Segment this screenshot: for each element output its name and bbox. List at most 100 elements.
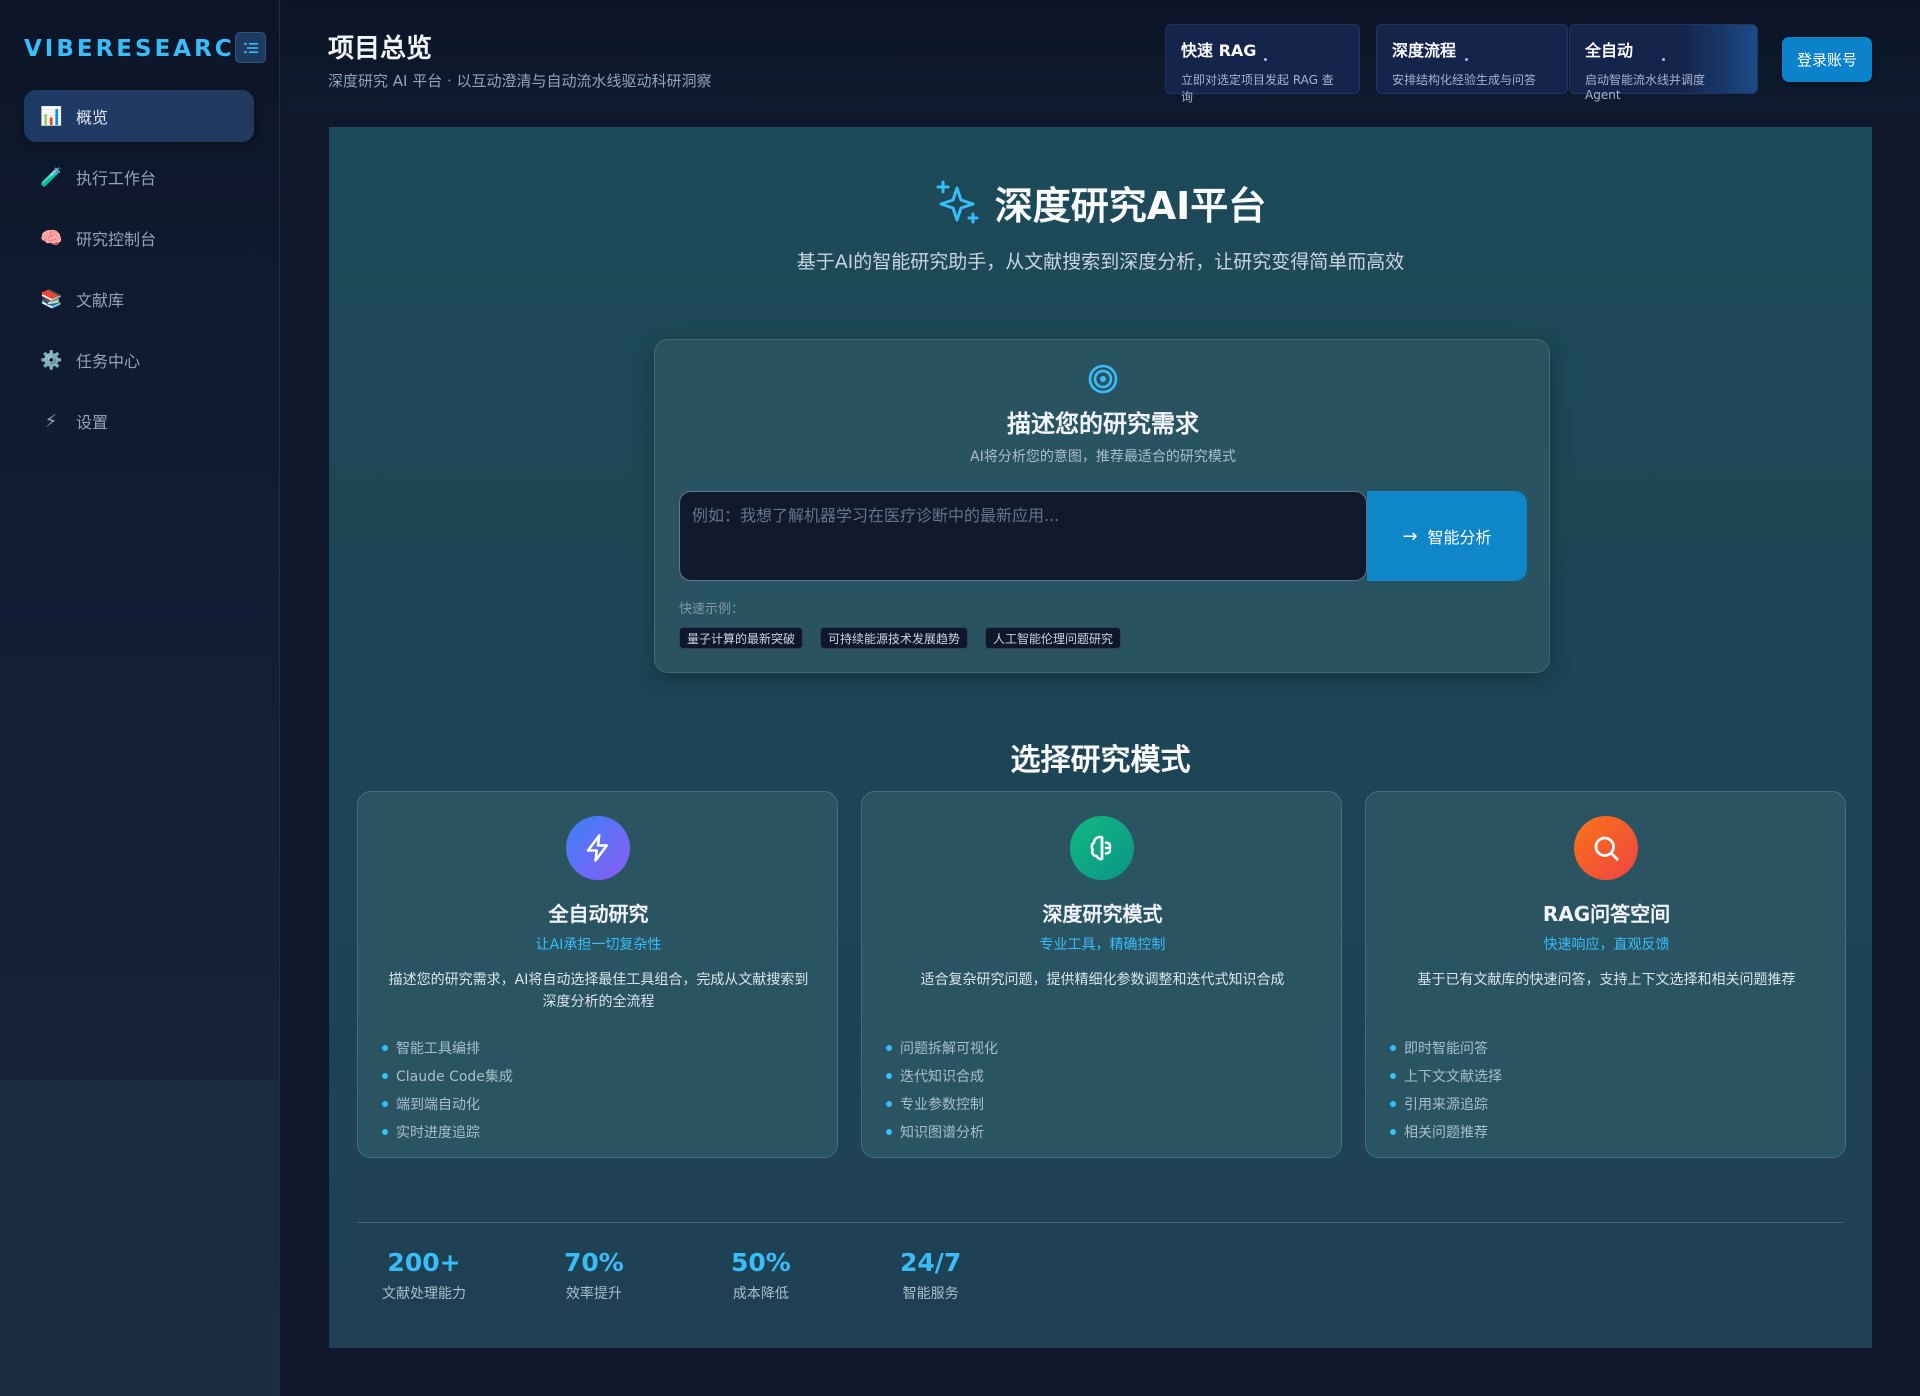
feature-item: 引用来源追踪 (1390, 1090, 1502, 1118)
login-button[interactable]: 登录账号 (1782, 37, 1872, 82)
test-tube-icon: 🧪 (40, 166, 63, 188)
bullet-icon (382, 1045, 388, 1051)
deep-flow-title: 深度流程 (1392, 41, 1457, 60)
bullet-icon (886, 1101, 892, 1107)
sparkles-icon (936, 180, 979, 223)
sidebar-item-settings[interactable]: ⚡ 设置 (24, 395, 254, 447)
status-dot (1264, 58, 1267, 61)
feature-item: 相关问题推荐 (1390, 1118, 1502, 1146)
stat-label: 文献处理能力 (382, 1286, 466, 1302)
page-subtitle: 深度研究 AI 平台 · 以互动澄清与自动流水线驱动科研洞察 (328, 72, 712, 90)
feature-label: 即时智能问答 (1404, 1041, 1488, 1057)
stat-cost: 50% 成本降低 (731, 1248, 791, 1303)
arrow-right-icon: → (1402, 525, 1418, 547)
mode-tile-deep-research[interactable]: 深度研究模式 专业工具，精确控制 适合复杂研究问题，提供精细化参数调整和迭代式知… (861, 791, 1342, 1158)
feature-label: 专业参数控制 (900, 1097, 984, 1113)
top-header: 项目总览 深度研究 AI 平台 · 以互动澄清与自动流水线驱动科研洞察 快速 R… (281, 0, 1920, 112)
feature-item: 上下文文献选择 (1390, 1062, 1502, 1090)
tile-title: 全自动研究 (548, 902, 649, 926)
example-chip[interactable]: 人工智能伦理问题研究 (985, 627, 1122, 649)
quick-rag-card[interactable]: 快速 RAG 立即对选定项目发起 RAG 查询 (1165, 24, 1360, 104)
bar-chart-icon: 📊 (40, 105, 63, 127)
sidebar-item-label: 文献库 (76, 291, 125, 310)
stats-divider (357, 1222, 1844, 1223)
bullet-icon (1390, 1101, 1396, 1107)
sidebar-item-research-console[interactable]: 🧠 研究控制台 (24, 212, 254, 264)
tile-title: 深度研究模式 (1042, 902, 1163, 926)
hero-title: 深度研究AI平台 (994, 184, 1267, 228)
bullet-icon (1390, 1073, 1396, 1079)
brand-logo: VIBERESEARCH (24, 32, 257, 66)
feature-item: 端到端自动化 (382, 1090, 513, 1118)
bullet-icon (1390, 1129, 1396, 1135)
stat-service: 24/7 智能服务 (900, 1248, 961, 1303)
status-dot (1465, 58, 1468, 61)
feature-item: 专业参数控制 (886, 1090, 998, 1118)
example-chip[interactable]: 可持续能源技术发展趋势 (820, 627, 969, 649)
feature-item: 智能工具编排 (382, 1034, 513, 1062)
mode-tile-full-auto[interactable]: 全自动研究 让AI承担一切复杂性 描述您的研究需求，AI将自动选择最佳工具组合，… (357, 791, 838, 1158)
sidebar-lower-area (0, 1080, 279, 1396)
quick-examples-label: 快速示例： (679, 602, 745, 617)
example-chip[interactable]: 量子计算的最新突破 (679, 627, 804, 649)
quick-rag-desc: 立即对选定项目发起 RAG 查询 (1181, 73, 1334, 104)
target-icon (1088, 364, 1118, 394)
feature-label: 实时进度追踪 (396, 1125, 480, 1141)
full-auto-desc: 启动智能流水线并调度 Agent (1585, 73, 1706, 102)
stat-label: 智能服务 (902, 1286, 959, 1302)
hero-title-row: 深度研究AI平台 (329, 175, 1872, 230)
bullet-icon (886, 1129, 892, 1135)
feature-label: 迭代知识合成 (900, 1069, 984, 1085)
quick-rag-title: 快速 RAG (1181, 41, 1257, 60)
stat-efficiency: 70% 效率提升 (564, 1248, 624, 1303)
feature-list: 问题拆解可视化 迭代知识合成 专业参数控制 知识图谱分析 (886, 1034, 998, 1146)
sidebar-item-label: 执行工作台 (76, 169, 157, 188)
research-query-input[interactable]: 例如：我想了解机器学习在医疗诊断中的最新应用... (679, 491, 1367, 581)
feature-label: 智能工具编排 (396, 1041, 480, 1057)
bullet-icon (382, 1129, 388, 1135)
feature-label: 端到端自动化 (396, 1097, 480, 1113)
bullet-icon (886, 1073, 892, 1079)
brain-icon (1070, 816, 1134, 880)
smart-analyze-button[interactable]: → 智能分析 (1367, 491, 1527, 581)
query-card-subtitle: AI将分析您的意图，推荐最适合的研究模式 (970, 449, 1236, 465)
sidebar-item-label: 概览 (76, 108, 109, 127)
status-dot (1662, 58, 1665, 61)
sidebar-collapse-button[interactable] (235, 32, 266, 63)
bullet-icon (886, 1045, 892, 1051)
main-panel: 深度研究AI平台 基于AI的智能研究助手，从文献搜索到深度分析，让研究变得简单而… (329, 127, 1872, 1348)
feature-label: Claude Code集成 (396, 1069, 513, 1085)
feature-item: 知识图谱分析 (886, 1118, 998, 1146)
feature-label: 知识图谱分析 (900, 1125, 984, 1141)
sidebar-item-library[interactable]: 📚 文献库 (24, 273, 254, 325)
books-icon: 📚 (40, 288, 63, 310)
sidebar: VIBERESEARCH 📊 概览 🧪 执行工作台 🧠 研究控制台 📚 文献库 (0, 0, 280, 1396)
stat-value: 50% (731, 1248, 791, 1277)
quick-examples: 量子计算的最新突破 可持续能源技术发展趋势 人工智能伦理问题研究 (679, 627, 1138, 649)
feature-label: 问题拆解可视化 (900, 1041, 998, 1057)
tile-title: RAG问答空间 (1542, 902, 1671, 926)
tile-description: 基于已有文献库的快速问答，支持上下文选择和相关问题推荐 (1417, 972, 1796, 988)
stat-label: 效率提升 (565, 1286, 622, 1302)
mode-section-title: 选择研究模式 (1010, 743, 1191, 778)
sidebar-nav: 📊 概览 🧪 执行工作台 🧠 研究控制台 📚 文献库 ⚙️ 任务中心 ⚡ 设置 (24, 90, 254, 456)
sidebar-item-label: 任务中心 (76, 352, 141, 371)
deep-flow-card[interactable]: 深度流程 安排结构化经验生成与问答 (1376, 24, 1568, 94)
sidebar-item-label: 设置 (76, 413, 109, 432)
hero-subtitle: 基于AI的智能研究助手，从文献搜索到深度分析，让研究变得简单而高效 (796, 251, 1405, 273)
stat-documents: 200+ 文献处理能力 (382, 1248, 466, 1303)
smart-analyze-label: 智能分析 (1427, 528, 1492, 547)
feature-item: 问题拆解可视化 (886, 1034, 998, 1062)
full-auto-card[interactable]: 全自动 启动智能流水线并调度 Agent (1569, 24, 1758, 102)
sidebar-item-tasks[interactable]: ⚙️ 任务中心 (24, 334, 254, 386)
feature-item: 迭代知识合成 (886, 1062, 998, 1090)
gear-icon: ⚙️ (40, 349, 63, 371)
sidebar-item-workbench[interactable]: 🧪 执行工作台 (24, 151, 254, 203)
feature-item: 即时智能问答 (1390, 1034, 1502, 1062)
search-icon (1574, 816, 1638, 880)
tile-tagline: 专业工具，精确控制 (1039, 937, 1166, 953)
bullet-icon (382, 1101, 388, 1107)
query-card-title: 描述您的研究需求 (1007, 410, 1199, 438)
sidebar-item-overview[interactable]: 📊 概览 (24, 90, 254, 142)
mode-tile-rag[interactable]: RAG问答空间 快速响应，直观反馈 基于已有文献库的快速问答，支持上下文选择和相… (1365, 791, 1846, 1158)
